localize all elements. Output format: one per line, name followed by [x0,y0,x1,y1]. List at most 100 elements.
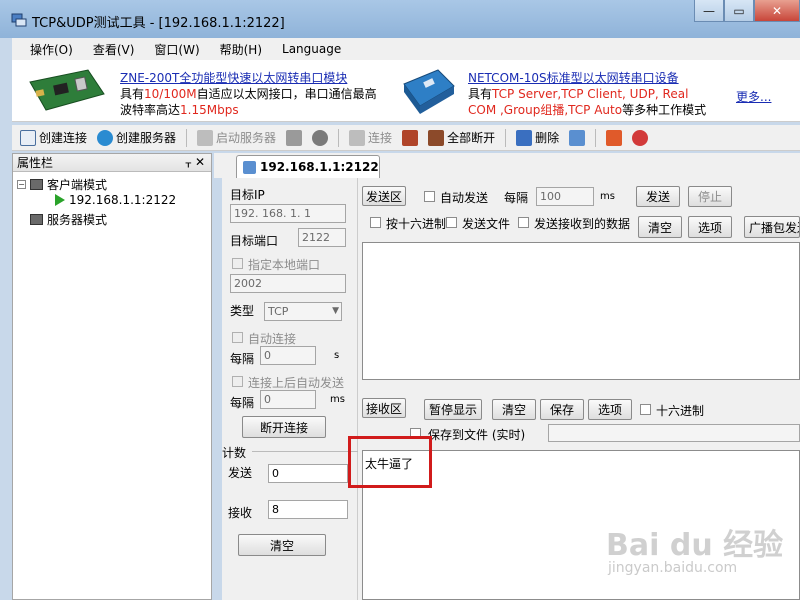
hex-send-checkbox[interactable] [370,217,381,228]
auto-connect-checkbox[interactable] [232,332,243,343]
create-connection-button[interactable]: 创建连接 [20,129,87,146]
menu-bar: 操作(O) 查看(V) 窗口(W) 帮助(H) Language [12,38,800,60]
product2-text: 具有 [468,87,493,101]
menu-language[interactable]: Language [280,42,343,56]
save-file-path-input[interactable] [548,424,800,442]
recv-count-field: 8 [268,500,348,519]
interval-input-1[interactable]: 0 [260,346,316,365]
panel-close-icon[interactable]: ✕ [195,155,205,169]
hex-receive-checkbox[interactable] [640,404,651,415]
server-icon [197,129,214,146]
target-port-label: 目标端口 [230,234,279,248]
more-link[interactable]: 更多... [736,88,771,105]
product2-modes: TCP Server,TCP Client, UDP, Real [492,87,689,101]
type-select[interactable]: TCP ▼ [264,302,342,321]
disconnect-all-button[interactable]: 全部断开 [428,129,495,146]
send-count-field: 0 [268,464,348,483]
interval-label-1: 每隔 [230,352,255,366]
stop-icon[interactable] [312,129,329,146]
auto-send-checkbox[interactable] [424,191,435,202]
title-bar: TCP&UDP测试工具 - [192.168.1.1:2122] — ▭ ✕ [0,0,800,38]
receive-clear-button[interactable]: 清空 [492,399,536,420]
auto-send-after-connect-checkbox[interactable] [232,376,243,387]
connect-button[interactable]: 连接 [349,129,392,146]
pause-display-button[interactable]: 暂停显示 [424,399,482,420]
property-panel-header: 属性栏 ᚁ ✕ [13,154,211,172]
product1-highlight: 10/100M [144,87,197,101]
send-file-checkbox[interactable] [446,217,457,228]
network-icon[interactable] [569,129,586,146]
annotation-highlight-box [348,436,432,488]
connect-label: 连接 [368,131,393,145]
send-options-button[interactable]: 选项 [688,216,732,238]
maximize-button[interactable]: ▭ [724,0,754,22]
local-port-checkbox[interactable] [232,258,243,269]
receive-options-button[interactable]: 选项 [588,399,632,420]
hex-receive-label: 十六进制 [656,404,705,418]
menu-help[interactable]: 帮助(H) [218,41,264,58]
receive-save-button[interactable]: 保存 [540,399,584,420]
minimize-button[interactable]: — [694,0,724,22]
target-ip-input[interactable]: 192. 168. 1. 1 [230,204,346,223]
menu-window[interactable]: 窗口(W) [152,41,201,58]
server-tool-icon[interactable] [286,129,303,146]
create-server-button[interactable]: 创建服务器 [97,129,176,146]
connection-settings: 目标IP 192. 168. 1. 1 目标端口 2122 指定本地端口 200… [222,178,358,600]
clear-count-button[interactable]: 清空 [238,534,326,556]
hex-send-label: 按十六进制 [386,217,447,231]
connection-tab-icon [243,160,256,174]
send-button[interactable]: 发送 [636,186,680,207]
start-server-label: 启动服务器 [216,131,277,145]
connect-icon [349,129,366,146]
send-clear-button[interactable]: 清空 [638,216,682,238]
toolbar: 创建连接 创建服务器 启动服务器 连接 全部断开 删除 [12,125,800,151]
server-mode-label: 服务器模式 [47,213,108,227]
client-mode-label: 客户端模式 [47,178,108,192]
property-panel: 属性栏 ᚁ ✕ − 客户端模式 192.168.1.1:2122 服务器模式 [12,153,212,600]
disconnect-icon[interactable] [402,129,419,146]
send-textarea[interactable] [362,242,800,380]
tab-label: 192.168.1.1:2122 [260,160,379,174]
product2-title-link[interactable]: NETCOM-10S标准型以太网转串口设备 [468,70,706,86]
broadcast-send-button[interactable]: 广播包发送 [744,216,800,238]
product1-title-link[interactable]: ZNE-200T全功能型快速以太网转串口模块 [120,70,377,86]
send-received-checkbox[interactable] [518,217,529,228]
menu-operation[interactable]: 操作(O) [28,41,75,58]
menu-view[interactable]: 查看(V) [91,41,137,58]
start-server-button[interactable]: 启动服务器 [197,129,276,146]
help-icon[interactable] [632,129,649,146]
client-item-label: 192.168.1.1:2122 [69,193,177,207]
delete-x-icon [516,129,533,146]
app-network-icon [11,13,27,27]
tree-server-mode[interactable]: 服务器模式 [30,211,107,228]
circuit-board-image [29,69,105,111]
close-button[interactable]: ✕ [754,0,800,22]
send-area-label[interactable]: 发送区 [362,186,406,206]
auto-connect-label: 自动连接 [248,332,297,346]
collapse-icon[interactable]: − [17,180,26,189]
power-icon[interactable] [606,129,623,146]
tree-client-item[interactable]: 192.168.1.1:2122 [55,193,176,207]
target-port-input[interactable]: 2122 [298,228,346,247]
product1-text3: 波特率高达 [120,103,181,117]
receive-area-label[interactable]: 接收区 [362,398,406,418]
delete-label: 删除 [535,131,560,145]
send-received-label: 发送接收到的数据 [534,217,631,231]
pin-icon[interactable]: ᚁ [186,156,191,169]
interval-input-2[interactable]: 0 [260,390,316,409]
recv-count-label: 接收 [228,506,253,520]
window-title: TCP&UDP测试工具 - [192.168.1.1:2122] [32,16,285,31]
globe-icon [97,129,114,146]
send-interval-input[interactable]: 100 [536,187,594,206]
local-port-input[interactable]: 2002 [230,274,346,293]
disconnect-button[interactable]: 断开连接 [242,416,326,438]
send-count-label: 发送 [228,466,253,480]
delete-button[interactable]: 删除 [516,129,559,146]
send-interval-label: 每隔 [504,191,529,205]
product1-text2: 自适应以太网接口，串口通信最高 [196,87,377,101]
local-port-label: 指定本地端口 [248,258,321,272]
stop-button[interactable]: 停止 [688,186,732,207]
tree-client-mode[interactable]: − 客户端模式 [17,176,107,193]
computer-icon [30,214,43,225]
tab-connection[interactable]: 192.168.1.1:2122 [236,155,380,178]
